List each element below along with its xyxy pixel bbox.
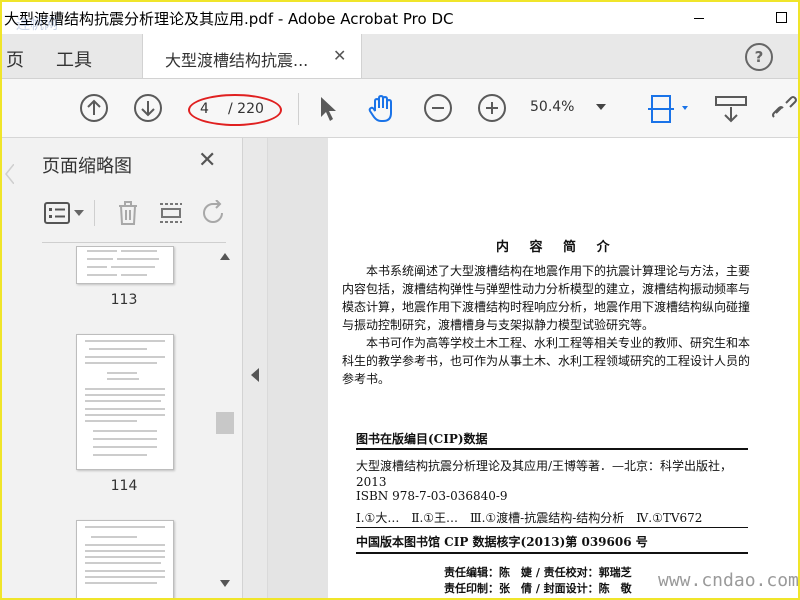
- scroll-down-icon[interactable]: [220, 580, 230, 588]
- tab-document[interactable]: 大型渡槽结构抗震... ✕: [142, 34, 362, 78]
- thumbnail-options-icon[interactable]: [44, 202, 70, 224]
- page-number-highlight: 4 / 220: [188, 94, 282, 126]
- classification-line: Ⅰ.①大… Ⅱ.①王… Ⅲ.①渡槽-抗震结构-结构分析 Ⅳ.①TV672: [356, 511, 703, 525]
- tab-tools[interactable]: 工具: [56, 46, 92, 72]
- next-page-button[interactable]: [134, 94, 162, 122]
- title-bar: 大型渡槽结构抗震分析理论及其应用.pdf - Adobe Acrobat Pro…: [2, 2, 798, 34]
- collapse-arrow-icon: [251, 368, 259, 382]
- summary-paragraph-2: 本书可作为高等学校土木工程、水利工程等相关专业的教师、研究生和本科生的教学参考书…: [342, 336, 751, 386]
- thumbnail-label: 114: [110, 478, 138, 494]
- help-icon[interactable]: ?: [745, 43, 773, 71]
- thumbnail-page-113[interactable]: [76, 246, 174, 284]
- tab-home[interactable]: 页: [6, 46, 24, 72]
- previous-page-button[interactable]: [80, 94, 108, 122]
- close-tab-icon[interactable]: ✕: [333, 46, 346, 65]
- page-preview-icon: [85, 340, 165, 456]
- close-panel-icon[interactable]: ✕: [198, 148, 216, 173]
- page-preview-icon: [85, 526, 165, 584]
- isbn-line: ISBN 978-7-03-036840-9: [356, 489, 508, 503]
- panel-pointer-icon: [5, 164, 14, 184]
- cip-book-line: 大型渡槽结构抗震分析理论及其应用/王博等著．—北京：科学出版社，2013: [356, 459, 733, 489]
- options-caret-icon[interactable]: [74, 210, 84, 218]
- cip-heading: 图书在版编目(CIP)数据: [356, 432, 488, 446]
- credits-line-1: 责任编辑：陈 婕 / 责任校对：郭瑞芝: [444, 566, 632, 579]
- hand-tool-icon[interactable]: [366, 93, 398, 125]
- cip-rule: [356, 448, 748, 450]
- panel-toolbar: [42, 198, 232, 228]
- thumbnail-page-114[interactable]: [76, 334, 174, 470]
- panel-toggle[interactable]: [243, 138, 268, 598]
- link-icon[interactable]: [770, 95, 800, 123]
- thumbnail-list: 113 114: [42, 246, 214, 598]
- ghost-watermark: 连帆网: [16, 17, 58, 33]
- document-tab-label: 大型渡槽结构抗震...: [165, 51, 309, 70]
- toolbar: 4 / 220 50.4%: [2, 79, 798, 138]
- minimize-button[interactable]: [682, 6, 716, 30]
- zoom-dropdown-caret[interactable]: [596, 104, 606, 110]
- acrobat-window: 大型渡槽结构抗震分析理论及其应用.pdf - Adobe Acrobat Pro…: [0, 0, 800, 600]
- arrow-up-icon: [87, 99, 101, 115]
- scrollbar-thumb[interactable]: [216, 412, 234, 434]
- zoom-in-button[interactable]: [478, 94, 506, 122]
- maximize-button[interactable]: [764, 6, 798, 30]
- cip-number-line: 中国版本图书馆 CIP 数据核字(2013)第 039606 号: [356, 535, 648, 549]
- summary-paragraph-1: 本书系统阐述了大型渡槽结构在地震作用下的抗震计算理论与方法，主要内容包括，渡槽结…: [342, 264, 751, 332]
- zoom-out-button[interactable]: [424, 94, 452, 122]
- classification-rule: [356, 527, 748, 528]
- arrow-down-icon: [141, 101, 155, 117]
- page-total: / 220: [228, 101, 264, 117]
- credits-line-2: 责任印制：张 倩 / 封面设计：陈 敬: [444, 582, 632, 595]
- panel-title: 页面缩略图: [42, 156, 132, 177]
- window-title: 大型渡槽结构抗震分析理论及其应用.pdf - Adobe Acrobat Pro…: [4, 10, 454, 28]
- rotate-page-icon[interactable]: [200, 200, 228, 226]
- zoom-level[interactable]: 50.4%: [530, 99, 574, 115]
- thumbnail-page-115[interactable]: [76, 520, 174, 598]
- document-page: 内 容 简 介 本书系统阐述了大型渡槽结构在地震作用下的抗震计算理论与方法，主要…: [328, 138, 798, 598]
- tab-bar: 页 工具 大型渡槽结构抗震... ✕ ?: [2, 34, 798, 79]
- toolbar-divider: [298, 93, 299, 125]
- select-cursor-icon[interactable]: [318, 95, 338, 123]
- plus-icon: [486, 102, 498, 114]
- page-preview-icon: [87, 250, 159, 276]
- thumbnail-label: 113: [110, 292, 138, 308]
- thumbnail-scrollbar[interactable]: [216, 250, 234, 590]
- delete-page-icon[interactable]: [116, 200, 140, 226]
- insert-page-icon[interactable]: [158, 200, 184, 226]
- scroll-mode-icon[interactable]: [714, 95, 748, 123]
- page-fit-icon[interactable]: [646, 93, 690, 125]
- thumbnails-panel: 页面缩略图 ✕ 113 114: [2, 138, 243, 598]
- panel-divider: [42, 242, 226, 243]
- cip-bottom-rule: [356, 552, 748, 554]
- page-number-input[interactable]: 4: [200, 101, 209, 117]
- minus-icon: [432, 107, 444, 109]
- panel-tools-divider: [94, 200, 95, 226]
- scroll-up-icon[interactable]: [220, 252, 230, 260]
- site-watermark: www.cndao.com: [658, 570, 799, 591]
- summary-heading: 内 容 简 介: [496, 240, 618, 255]
- document-view[interactable]: 内 容 简 介 本书系统阐述了大型渡槽结构在地震作用下的抗震计算理论与方法，主要…: [268, 138, 798, 598]
